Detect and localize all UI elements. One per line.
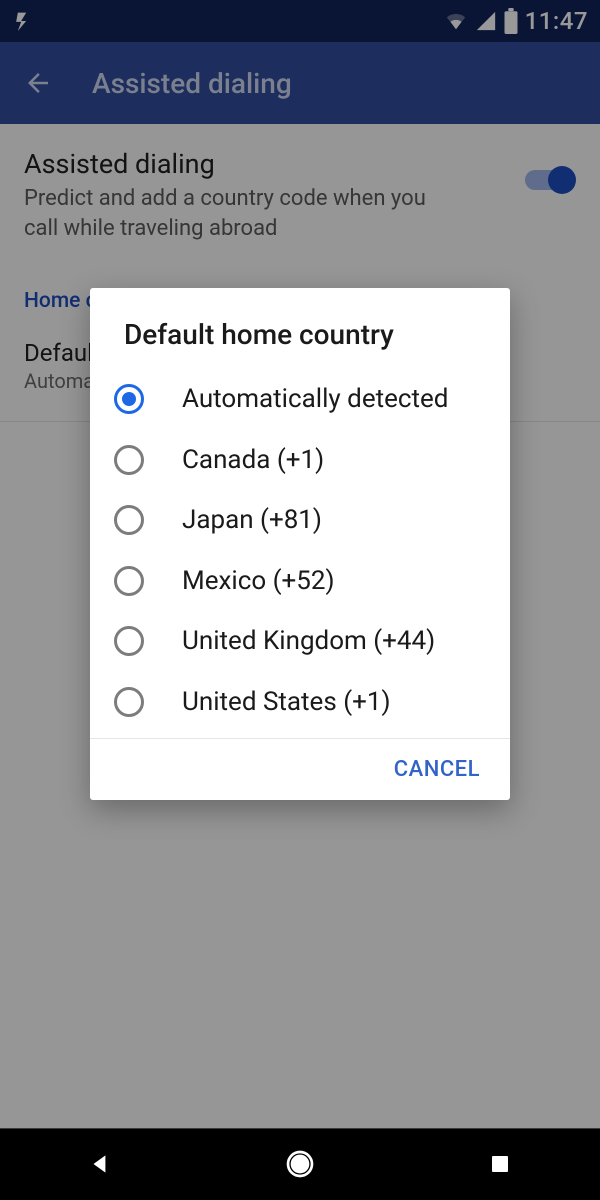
- nav-back-button[interactable]: [70, 1134, 130, 1194]
- option-mexico[interactable]: Mexico (+52): [90, 551, 510, 612]
- option-united-kingdom[interactable]: United Kingdom (+44): [90, 611, 510, 672]
- default-home-country-dialog: Default home country Automatically detec…: [90, 288, 510, 800]
- radio-icon: [114, 687, 144, 717]
- radio-icon: [114, 384, 144, 414]
- option-united-states[interactable]: United States (+1): [90, 672, 510, 733]
- radio-icon: [114, 445, 144, 475]
- option-label: United Kingdom (+44): [182, 625, 435, 658]
- dialog-options-list: Automatically detected Canada (+1) Japan…: [90, 369, 510, 732]
- option-label: Mexico (+52): [182, 565, 335, 598]
- option-label: United States (+1): [182, 686, 391, 719]
- radio-icon: [114, 505, 144, 535]
- dialog-actions: CANCEL: [90, 739, 510, 800]
- radio-icon: [114, 566, 144, 596]
- nav-recents-button[interactable]: [470, 1134, 530, 1194]
- option-label: Automatically detected: [182, 383, 448, 416]
- navigation-bar: [0, 1128, 600, 1200]
- option-label: Canada (+1): [182, 444, 324, 477]
- option-japan[interactable]: Japan (+81): [90, 490, 510, 551]
- radio-icon: [114, 626, 144, 656]
- nav-home-button[interactable]: [270, 1134, 330, 1194]
- nav-divider: [0, 1128, 600, 1129]
- screen: 11:47 Assisted dialing Assisted dialing …: [0, 0, 600, 1200]
- option-canada[interactable]: Canada (+1): [90, 430, 510, 491]
- option-label: Japan (+81): [182, 504, 322, 537]
- cancel-button[interactable]: CANCEL: [394, 757, 480, 782]
- dialog-title: Default home country: [90, 288, 510, 369]
- option-automatically-detected[interactable]: Automatically detected: [90, 369, 510, 430]
